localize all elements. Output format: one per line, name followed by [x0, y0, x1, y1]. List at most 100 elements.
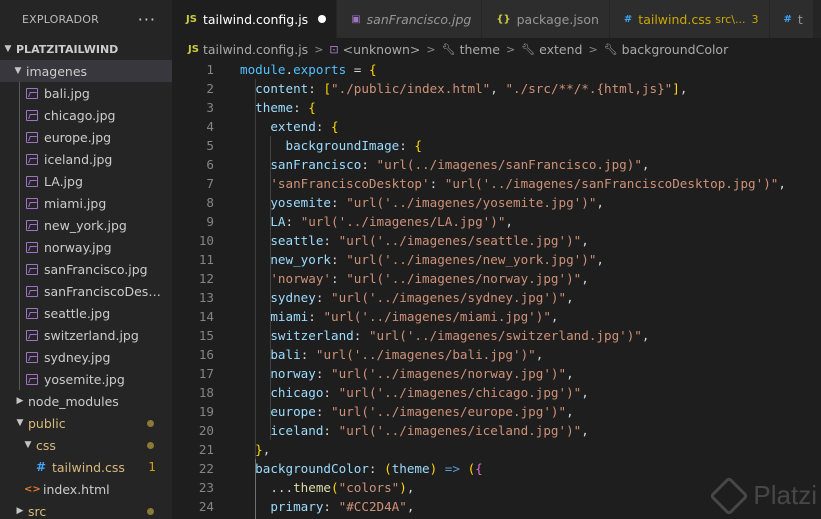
- image-file-icon: [26, 175, 38, 187]
- code-line: 10 seattle: "url('../imagenes/seattle.jp…: [172, 231, 821, 250]
- modified-dot-icon: [147, 419, 154, 427]
- breadcrumb-extend[interactable]: extend: [539, 42, 582, 57]
- tab-tailwind-config-js[interactable]: JS tailwind.config.js: [172, 0, 338, 38]
- line-code: bali: "url('../imagenes/bali.jpg')",: [270, 347, 544, 362]
- line-number: 5: [206, 138, 214, 153]
- line-code: sanFrancisco: "url(../imagenes/sanFranci…: [270, 157, 650, 172]
- breadcrumb-unknown[interactable]: <unknown>: [343, 42, 421, 57]
- chevron-right-icon: >: [588, 42, 598, 56]
- folder-src[interactable]: ▶ src: [0, 500, 172, 519]
- tab-label: t: [797, 11, 803, 27]
- chevron-down-icon: ▼: [16, 418, 24, 428]
- file-label: tailwind.css: [52, 459, 125, 475]
- project-folder[interactable]: ▼ PLATZITAILWIND: [0, 38, 172, 60]
- line-code: LA: "url('../imagenes/LA.jpg')",: [270, 214, 514, 229]
- line-code: backgroundImage: {: [285, 138, 423, 153]
- tab-label: tailwind.css: [638, 11, 712, 27]
- code-line: 8 yosemite: "url('../imagenes/yosemite.j…: [172, 193, 821, 212]
- tab-file-icon: #: [783, 13, 792, 25]
- line-code: seattle: "url('../imagenes/seattle.jpg')…: [270, 233, 589, 248]
- folder-public[interactable]: ▼ public: [0, 412, 172, 434]
- folder-css[interactable]: ▼ css: [0, 434, 172, 456]
- breadcrumb-background-color[interactable]: backgroundColor: [622, 42, 729, 57]
- wrench-icon: 🔧︎: [441, 42, 456, 56]
- code-line: 6 sanFrancisco: "url(../imagenes/sanFran…: [172, 155, 821, 174]
- html-file-icon: <>: [24, 483, 41, 495]
- code-line: 9 LA: "url('../imagenes/LA.jpg')",: [172, 212, 821, 231]
- file-image[interactable]: norway.jpg: [0, 236, 172, 258]
- image-file-icon: [26, 153, 38, 165]
- chevron-right-icon: ▶: [16, 506, 24, 516]
- unsaved-dot-icon[interactable]: [318, 15, 327, 23]
- file-tailwind-css[interactable]: # tailwind.css 1: [0, 456, 172, 478]
- modified-dot-icon: [147, 507, 154, 515]
- chevron-right-icon: ▶: [16, 396, 24, 406]
- folder-label: css: [36, 437, 56, 453]
- line-number: 9: [206, 214, 214, 229]
- tab-t[interactable]: # t: [769, 0, 814, 38]
- image-file-icon: [26, 87, 38, 99]
- line-number: 23: [198, 480, 214, 495]
- tab-sanfrancisco-jpg[interactable]: ▣ sanFrancisco.jpg: [337, 0, 483, 38]
- line-code: sydney: "url('../imagenes/sydney.jpg')",: [270, 290, 574, 305]
- image-file-icon: [26, 351, 38, 363]
- breadcrumb-theme[interactable]: theme: [460, 42, 500, 57]
- project-folder-label: PLATZITAILWIND: [16, 42, 119, 56]
- line-number: 1: [206, 62, 214, 77]
- line-number: 22: [198, 461, 214, 476]
- file-image[interactable]: seattle.jpg: [0, 302, 172, 324]
- file-image[interactable]: sanFrancisco.jpg: [0, 258, 172, 280]
- file-image[interactable]: new_york.jpg: [0, 214, 172, 236]
- line-code: extend: {: [270, 119, 339, 134]
- image-file-icon: [26, 197, 38, 209]
- file-image[interactable]: europe.jpg: [0, 126, 172, 148]
- file-label: index.html: [43, 481, 110, 497]
- line-number: 14: [198, 309, 214, 324]
- tab-tailwind-css[interactable]: # tailwind.css src\... 3: [609, 0, 770, 38]
- code-line: 21 },: [172, 440, 821, 459]
- file-image[interactable]: switzerland.jpg: [0, 324, 172, 346]
- explorer-header: EXPLORADOR ···: [0, 0, 172, 38]
- line-code: module.exports = {: [240, 62, 377, 77]
- folder-node-modules[interactable]: ▶ node_modules: [0, 390, 172, 412]
- line-number: 15: [198, 328, 214, 343]
- file-image[interactable]: yosemite.jpg: [0, 368, 172, 390]
- chevron-right-icon: >: [314, 42, 324, 56]
- file-index-html[interactable]: <> index.html: [0, 478, 172, 500]
- file-image[interactable]: sanFranciscoDesktop.jpg: [0, 280, 172, 302]
- code-line: 13 sydney: "url('../imagenes/sydney.jpg'…: [172, 288, 821, 307]
- line-number: 6: [206, 157, 214, 172]
- line-number: 7: [206, 176, 214, 191]
- image-file-icon: [26, 373, 38, 385]
- tab-package-json[interactable]: {} package.json: [482, 0, 610, 38]
- file-label: sydney.jpg: [44, 349, 111, 365]
- wrench-icon: 🔧︎: [603, 42, 618, 56]
- file-image[interactable]: iceland.jpg: [0, 148, 172, 170]
- file-label: norway.jpg: [44, 239, 112, 255]
- code-line: 22 backgroundColor: (theme) => ({: [172, 459, 821, 478]
- wrench-icon: 🔧︎: [521, 42, 536, 56]
- line-number: 13: [198, 290, 214, 305]
- file-image[interactable]: LA.jpg: [0, 170, 172, 192]
- file-label: bali.jpg: [44, 85, 90, 101]
- code-editor[interactable]: 1 module.exports = {2 content: ["./public…: [172, 60, 821, 519]
- file-image[interactable]: miami.jpg: [0, 192, 172, 214]
- line-code: primary: "#CC2D4A",: [270, 499, 415, 514]
- folder-imagenes[interactable]: ▼ imagenes: [0, 60, 172, 82]
- file-image[interactable]: bali.jpg: [0, 82, 172, 104]
- code-line: 3 theme: {: [172, 98, 821, 117]
- folder-label: node_modules: [28, 393, 119, 409]
- image-file-icon: [26, 285, 38, 297]
- file-label: seattle.jpg: [44, 305, 111, 321]
- breadcrumb-file[interactable]: tailwind.config.js: [203, 42, 308, 57]
- file-image[interactable]: sydney.jpg: [0, 346, 172, 368]
- line-number: 21: [198, 442, 214, 457]
- chevron-down-icon: ▼: [4, 44, 12, 54]
- code-line: 18 chicago: "url('../imagenes/chicago.jp…: [172, 383, 821, 402]
- file-image[interactable]: chicago.jpg: [0, 104, 172, 126]
- code-line: 7 'sanFranciscoDesktop': "url('../imagen…: [172, 174, 821, 193]
- image-file-icon: [26, 241, 38, 253]
- file-label: chicago.jpg: [44, 107, 116, 123]
- more-actions-icon[interactable]: ···: [138, 10, 156, 29]
- image-file-icon: [26, 219, 38, 231]
